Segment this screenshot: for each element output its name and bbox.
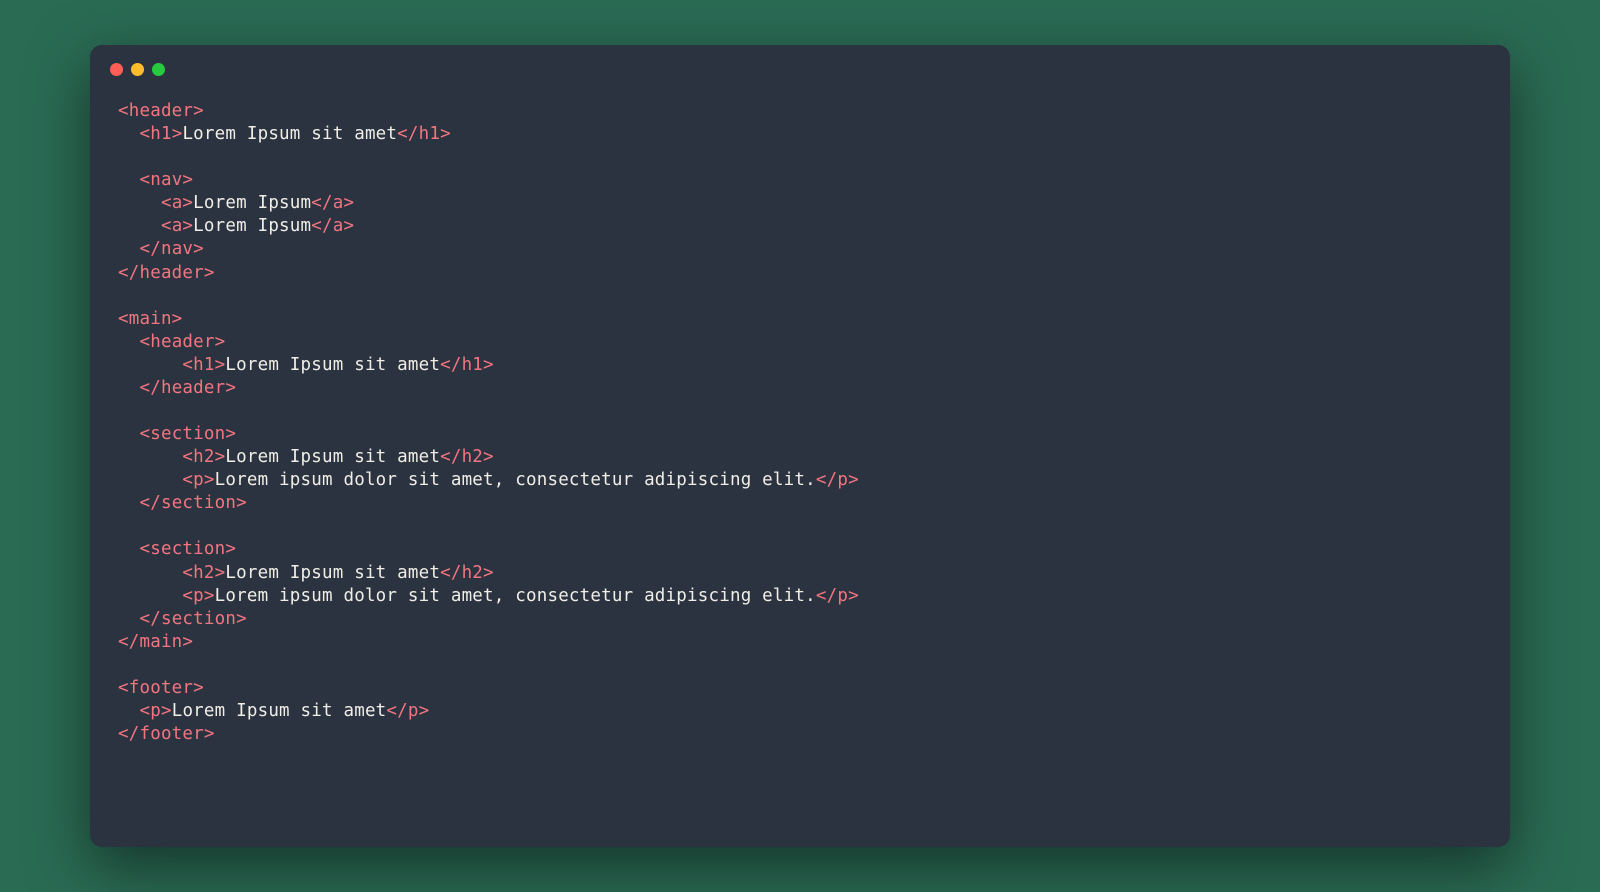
code-text: Lorem Ipsum sit amet xyxy=(172,701,387,721)
indent xyxy=(118,701,139,721)
code-line: <p>Lorem Ipsum sit amet</p> xyxy=(118,700,1482,723)
html-tag: <header> xyxy=(139,332,225,352)
html-tag: </header> xyxy=(118,263,215,283)
code-line: </header> xyxy=(118,262,1482,285)
window-titlebar xyxy=(90,45,1510,76)
code-line xyxy=(118,400,1482,423)
html-tag: <header> xyxy=(118,101,204,121)
code-line: <section> xyxy=(118,423,1482,446)
indent xyxy=(118,447,182,467)
minimize-icon[interactable] xyxy=(131,63,144,76)
code-line: <h2>Lorem Ipsum sit amet</h2> xyxy=(118,446,1482,469)
code-line: <a>Lorem Ipsum</a> xyxy=(118,192,1482,215)
indent xyxy=(118,563,182,583)
code-text: Lorem Ipsum sit amet xyxy=(225,355,440,375)
code-text: Lorem Ipsum sit amet xyxy=(182,124,397,144)
indent xyxy=(118,424,139,444)
code-line xyxy=(118,285,1482,308)
html-tag: </main> xyxy=(118,632,193,652)
indent xyxy=(118,124,139,144)
indent xyxy=(118,239,139,259)
html-tag: <a> xyxy=(161,216,193,236)
code-line: <header> xyxy=(118,331,1482,354)
html-tag: </footer> xyxy=(118,724,215,744)
html-tag: </a> xyxy=(311,193,354,213)
code-line: <a>Lorem Ipsum</a> xyxy=(118,215,1482,238)
code-line: <nav> xyxy=(118,169,1482,192)
html-tag: </a> xyxy=(311,216,354,236)
code-line: <footer> xyxy=(118,677,1482,700)
html-tag: </section> xyxy=(139,609,246,629)
code-window: <header> <h1>Lorem Ipsum sit amet</h1> <… xyxy=(90,45,1510,847)
code-line: <h1>Lorem Ipsum sit amet</h1> xyxy=(118,123,1482,146)
indent xyxy=(118,378,139,398)
html-tag: <section> xyxy=(139,424,236,444)
code-text: Lorem ipsum dolor sit amet, consectetur … xyxy=(215,586,816,606)
indent xyxy=(118,539,139,559)
indent xyxy=(118,493,139,513)
code-line: <p>Lorem ipsum dolor sit amet, consectet… xyxy=(118,585,1482,608)
code-text: Lorem Ipsum sit amet xyxy=(225,563,440,583)
html-tag: <p> xyxy=(182,470,214,490)
html-tag: <main> xyxy=(118,309,182,329)
indent xyxy=(118,470,182,490)
code-line xyxy=(118,654,1482,677)
html-tag: </h2> xyxy=(440,447,494,467)
html-tag: </p> xyxy=(816,586,859,606)
code-line: <section> xyxy=(118,538,1482,561)
code-line: <h2>Lorem Ipsum sit amet</h2> xyxy=(118,562,1482,585)
indent xyxy=(118,586,182,606)
html-tag: </nav> xyxy=(139,239,203,259)
html-tag: <section> xyxy=(139,539,236,559)
indent xyxy=(118,193,161,213)
indent xyxy=(118,355,182,375)
code-text: Lorem Ipsum xyxy=(193,193,311,213)
code-line: </header> xyxy=(118,377,1482,400)
code-text: Lorem Ipsum sit amet xyxy=(225,447,440,467)
html-tag: </header> xyxy=(139,378,236,398)
code-text: Lorem ipsum dolor sit amet, consectetur … xyxy=(215,470,816,490)
code-line: <p>Lorem ipsum dolor sit amet, consectet… xyxy=(118,469,1482,492)
html-tag: <p> xyxy=(139,701,171,721)
html-tag: </p> xyxy=(816,470,859,490)
html-tag: </h1> xyxy=(440,355,494,375)
code-line: <header> xyxy=(118,100,1482,123)
indent xyxy=(118,216,161,236)
html-tag: <a> xyxy=(161,193,193,213)
code-line: <main> xyxy=(118,308,1482,331)
html-tag: <footer> xyxy=(118,678,204,698)
close-icon[interactable] xyxy=(110,63,123,76)
html-tag: <h2> xyxy=(182,563,225,583)
html-tag: <p> xyxy=(182,586,214,606)
indent xyxy=(118,609,139,629)
code-line xyxy=(118,515,1482,538)
code-line: </footer> xyxy=(118,723,1482,746)
html-tag: <h1> xyxy=(182,355,225,375)
code-line xyxy=(118,146,1482,169)
code-line: <h1>Lorem Ipsum sit amet</h1> xyxy=(118,354,1482,377)
code-line: </section> xyxy=(118,492,1482,515)
indent xyxy=(118,170,139,190)
html-tag: </section> xyxy=(139,493,246,513)
html-tag: </h1> xyxy=(397,124,451,144)
code-editor: <header> <h1>Lorem Ipsum sit amet</h1> <… xyxy=(90,76,1510,770)
code-line: </nav> xyxy=(118,238,1482,261)
code-line: </section> xyxy=(118,608,1482,631)
code-text: Lorem Ipsum xyxy=(193,216,311,236)
maximize-icon[interactable] xyxy=(152,63,165,76)
html-tag: </p> xyxy=(386,701,429,721)
html-tag: <nav> xyxy=(139,170,193,190)
code-line: </main> xyxy=(118,631,1482,654)
html-tag: </h2> xyxy=(440,563,494,583)
indent xyxy=(118,332,139,352)
html-tag: <h1> xyxy=(139,124,182,144)
html-tag: <h2> xyxy=(182,447,225,467)
